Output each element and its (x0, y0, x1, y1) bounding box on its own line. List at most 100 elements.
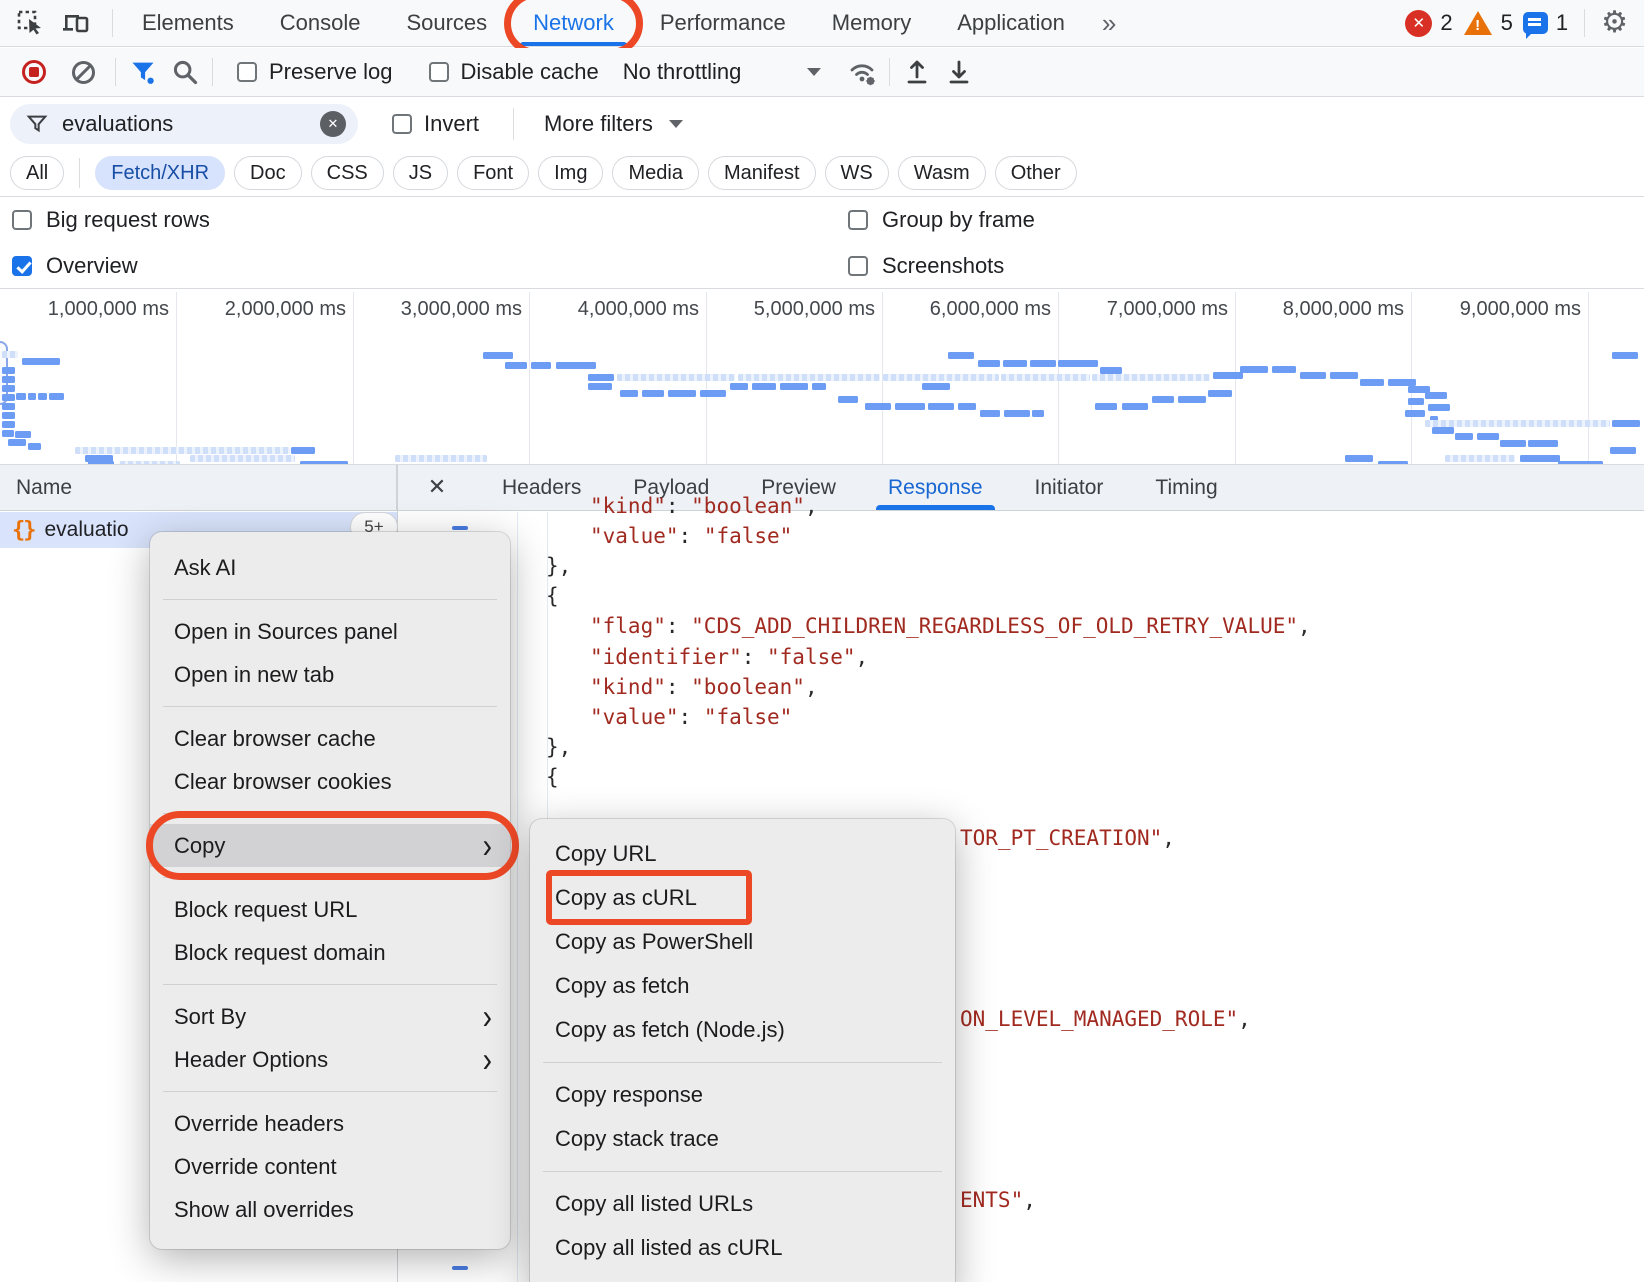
menu-item-copy-all-listed-as-curl[interactable]: Copy all listed as cURL (530, 1226, 955, 1270)
search-button[interactable] (164, 54, 206, 90)
menu-item-label: Ask AI (174, 555, 236, 581)
more-panels-button[interactable]: » (1088, 8, 1130, 39)
menu-item-label: Override headers (174, 1111, 344, 1137)
filter-chip-all[interactable]: All (10, 156, 64, 190)
menu-separator (543, 1062, 942, 1063)
waterfall-bar (2, 403, 15, 410)
menu-item-sort-by[interactable]: Sort By› (150, 995, 510, 1038)
menu-item-open-in-sources-panel[interactable]: Open in Sources panel (150, 610, 510, 653)
throttling-value: No throttling (623, 59, 742, 85)
menu-item-ask-ai[interactable]: Ask AI (150, 546, 510, 589)
group-by-frame-checkbox[interactable]: Group by frame (848, 207, 1035, 233)
menu-item-copy-as-powershell[interactable]: Copy as PowerShell (530, 920, 955, 964)
tab-network[interactable]: Network (510, 0, 637, 46)
filter-chip-fetch-xhr[interactable]: Fetch/XHR (95, 156, 225, 190)
filter-chip-wasm[interactable]: Wasm (898, 156, 986, 190)
filter-input[interactable]: evaluations ✕ (10, 104, 358, 144)
detail-tabbar: ✕ HeadersPayloadPreviewResponseInitiator… (398, 465, 1644, 511)
waterfall-bar (38, 393, 47, 400)
menu-item-block-request-domain[interactable]: Block request domain (150, 931, 510, 974)
filter-chip-other[interactable]: Other (995, 156, 1077, 190)
response-json-line: "value": "false" (590, 702, 792, 732)
tab-application[interactable]: Application (934, 0, 1088, 46)
code-fold-marker[interactable] (452, 1266, 468, 1270)
filter-chip-media[interactable]: Media (612, 156, 698, 190)
response-json-line: }, (546, 551, 571, 581)
throttling-select[interactable]: No throttling (623, 59, 742, 85)
import-har-button[interactable] (896, 54, 938, 90)
invert-checkbox[interactable]: Invert (392, 111, 479, 137)
tab-memory[interactable]: Memory (809, 0, 934, 46)
waterfall-bar (1330, 372, 1358, 379)
network-conditions-button[interactable] (841, 54, 883, 90)
menu-item-override-content[interactable]: Override content (150, 1145, 510, 1188)
code-fold-marker[interactable] (452, 526, 468, 530)
response-json-line: }, (546, 732, 571, 762)
menu-item-clear-browser-cache[interactable]: Clear browser cache (150, 717, 510, 760)
detail-tab-headers[interactable]: Headers (476, 465, 607, 510)
menu-item-label: Sort By (174, 1004, 246, 1030)
filter-chip-manifest[interactable]: Manifest (708, 156, 816, 190)
detail-tab-preview[interactable]: Preview (735, 465, 862, 510)
record-network-log-button[interactable] (22, 60, 46, 84)
issues-badge[interactable]: 1 (1523, 10, 1568, 36)
tab-sources[interactable]: Sources (383, 0, 510, 46)
close-detail-button[interactable]: ✕ (398, 475, 476, 500)
detail-tab-response[interactable]: Response (862, 465, 1009, 510)
overview-checkbox[interactable]: Overview (12, 253, 138, 279)
menu-item-copy-as-fetch-node-js-[interactable]: Copy as fetch (Node.js) (530, 1008, 955, 1052)
filter-chip-ws[interactable]: WS (825, 156, 889, 190)
big-request-rows-checkbox[interactable]: Big request rows (12, 207, 210, 233)
filter-chip-doc[interactable]: Doc (234, 156, 302, 190)
response-json-line: "kind": "boolean", (590, 672, 818, 702)
name-column-header[interactable]: Name (16, 476, 72, 500)
detail-tab-payload[interactable]: Payload (607, 465, 735, 510)
filter-chip-js[interactable]: JS (393, 156, 448, 190)
tab-elements[interactable]: Elements (119, 0, 257, 46)
menu-item-copy-as-curl[interactable]: Copy as cURL (530, 876, 955, 920)
search-icon (171, 58, 199, 86)
detail-tab-initiator[interactable]: Initiator (1009, 465, 1130, 510)
menu-item-copy-response[interactable]: Copy response (530, 1073, 955, 1117)
export-har-button[interactable] (938, 54, 980, 90)
waterfall-bar (1612, 420, 1640, 427)
clear-network-log-button[interactable] (72, 61, 95, 84)
detail-tab-timing[interactable]: Timing (1129, 465, 1243, 510)
screenshots-checkbox[interactable]: Screenshots (848, 253, 1004, 279)
tab-console[interactable]: Console (257, 0, 384, 46)
toggle-device-toolbar-button[interactable] (56, 5, 96, 41)
menu-item-block-request-url[interactable]: Block request URL (150, 888, 510, 931)
more-filters-dropdown[interactable]: More filters (544, 111, 693, 137)
menu-item-show-all-overrides[interactable]: Show all overrides (150, 1188, 510, 1231)
waterfall-bar (1003, 360, 1027, 367)
menu-item-copy-all-listed-urls[interactable]: Copy all listed URLs (530, 1182, 955, 1226)
menu-item-copy[interactable]: Copy› (150, 824, 510, 867)
tab-performance[interactable]: Performance (637, 0, 809, 46)
inspect-element-button[interactable] (10, 5, 50, 41)
filter-chip-font[interactable]: Font (457, 156, 529, 190)
waterfall-bar (1004, 410, 1030, 417)
requests-table-header[interactable]: Name (0, 465, 397, 511)
clear-filter-icon[interactable]: ✕ (320, 111, 346, 137)
menu-item-override-headers[interactable]: Override headers (150, 1102, 510, 1145)
filter-toggle-button[interactable] (122, 54, 164, 90)
network-overview-timeline[interactable]: 1,000,000 ms2,000,000 ms3,000,000 ms4,00… (0, 289, 1644, 465)
menu-item-label: Block request domain (174, 940, 386, 966)
menu-item-copy-stack-trace[interactable]: Copy stack trace (530, 1117, 955, 1161)
menu-item-header-options[interactable]: Header Options› (150, 1038, 510, 1081)
console-warnings-badge[interactable]: 5 (1463, 10, 1513, 36)
menu-item-clear-browser-cookies[interactable]: Clear browser cookies (150, 760, 510, 803)
response-json-line: "flag": "CDS_ADD_CHILDREN_REGARDLESS_OF_… (590, 611, 1311, 641)
waterfall-bar (948, 352, 974, 359)
console-errors-badge[interactable]: ✕ 2 (1405, 10, 1452, 37)
filter-chip-css[interactable]: CSS (311, 156, 384, 190)
menu-item-open-in-new-tab[interactable]: Open in new tab (150, 653, 510, 696)
disable-cache-checkbox[interactable]: Disable cache (429, 59, 599, 85)
menu-item-copy-all-listed-as-powershell[interactable]: Copy all listed as PowerShell (530, 1270, 955, 1282)
menu-item-copy-url[interactable]: Copy URL (530, 832, 955, 876)
chevron-down-icon[interactable] (807, 68, 821, 76)
settings-gear-icon[interactable]: ⚙ (1601, 8, 1628, 38)
filter-chip-img[interactable]: Img (538, 156, 603, 190)
preserve-log-checkbox[interactable]: Preserve log (237, 59, 393, 85)
menu-item-copy-as-fetch[interactable]: Copy as fetch (530, 964, 955, 1008)
